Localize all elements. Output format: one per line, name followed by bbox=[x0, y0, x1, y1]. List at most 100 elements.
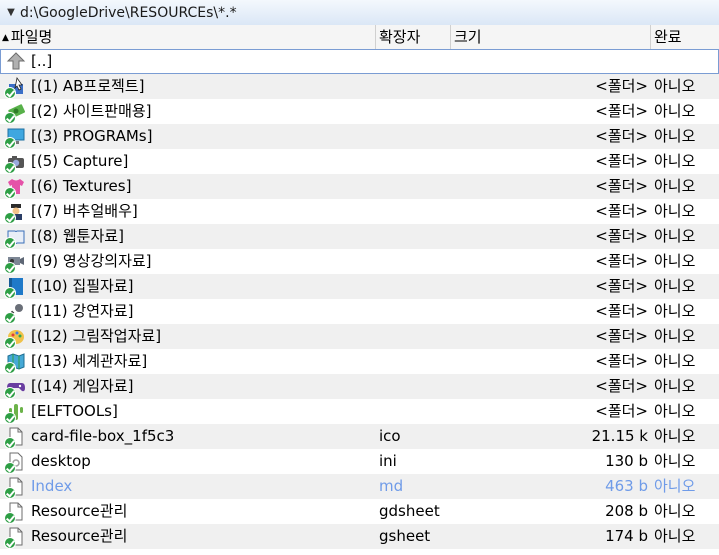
file-row[interactable]: [(3) PROGRAMs] <폴더> 아니오 bbox=[0, 124, 719, 149]
file-done: 아니오 bbox=[654, 327, 696, 345]
file-size: <폴더> bbox=[595, 177, 648, 195]
settings-file-icon bbox=[4, 449, 28, 474]
palette-icon bbox=[4, 324, 28, 349]
file-done: 아니오 bbox=[654, 202, 696, 220]
file-ext: md bbox=[379, 477, 404, 495]
file-ext: gdsheet bbox=[379, 502, 440, 520]
file-size: <폴더> bbox=[595, 152, 648, 170]
file-size: <폴더> bbox=[595, 102, 648, 120]
file-row[interactable]: [ELFTOOLs] <폴더> 아니오 bbox=[0, 399, 719, 424]
sync-check-icon bbox=[4, 387, 16, 399]
file-name: [(13) 세계관자료] bbox=[31, 352, 148, 370]
file-done: 아니오 bbox=[654, 177, 696, 195]
file-ext: gsheet bbox=[379, 527, 431, 545]
file-done: 아니오 bbox=[654, 302, 696, 320]
tshirt-icon bbox=[4, 174, 28, 199]
file-row[interactable]: [(1) AB프로젝트] <폴더> 아니오 bbox=[0, 74, 719, 99]
file-row[interactable]: desktop ini 130 b 아니오 bbox=[0, 449, 719, 474]
chevron-down-icon[interactable]: ▼ bbox=[2, 7, 20, 18]
column-header: ▲ 파일명 확장자 크기 완료 bbox=[0, 25, 719, 50]
camera-icon bbox=[4, 149, 28, 174]
column-header-name[interactable]: ▲ 파일명 bbox=[0, 25, 376, 49]
computer-icon bbox=[4, 124, 28, 149]
file-done: 아니오 bbox=[654, 377, 696, 395]
sync-check-icon bbox=[4, 412, 16, 424]
file-size: <폴더> bbox=[595, 127, 648, 145]
projector-icon bbox=[4, 249, 28, 274]
file-row[interactable]: [(10) 집필자료] <폴더> 아니오 bbox=[0, 274, 719, 299]
sync-check-icon bbox=[4, 187, 16, 199]
sync-check-icon bbox=[4, 287, 16, 299]
file-done: 아니오 bbox=[654, 352, 696, 370]
sort-ascending-icon: ▲ bbox=[2, 33, 9, 43]
file-size: <폴더> bbox=[595, 202, 648, 220]
column-header-size[interactable]: 크기 bbox=[451, 25, 651, 49]
file-row[interactable]: [(6) Textures] <폴더> 아니오 bbox=[0, 174, 719, 199]
file-name: [(2) 사이트판매용] bbox=[31, 102, 152, 120]
pilot-icon bbox=[4, 199, 28, 224]
file-name: Index bbox=[31, 477, 73, 495]
file-row[interactable]: [(8) 웹툰자료] <폴더> 아니오 bbox=[0, 224, 719, 249]
file-row[interactable]: [(5) Capture] <폴더> 아니오 bbox=[0, 149, 719, 174]
sync-check-icon bbox=[4, 337, 16, 349]
sync-check-icon bbox=[4, 262, 16, 274]
file-name: [(5) Capture] bbox=[31, 152, 129, 170]
file-size: 130 b bbox=[605, 452, 648, 470]
file-done: 아니오 bbox=[654, 402, 696, 420]
file-done: 아니오 bbox=[654, 152, 696, 170]
map-icon bbox=[4, 349, 28, 374]
file-done: 아니오 bbox=[654, 252, 696, 270]
sync-check-icon bbox=[4, 437, 16, 449]
file-done: 아니오 bbox=[654, 102, 696, 120]
path-text: d:\GoogleDrive\RESOURCEs\*.* bbox=[20, 4, 237, 21]
file-icon bbox=[4, 474, 28, 499]
file-done: 아니오 bbox=[654, 427, 696, 445]
file-name: [(3) PROGRAMs] bbox=[31, 127, 153, 145]
file-row[interactable]: Resource관리 gdsheet 208 b 아니오 bbox=[0, 499, 719, 524]
file-icon bbox=[4, 424, 28, 449]
column-header-done[interactable]: 완료 bbox=[651, 25, 719, 49]
money-icon bbox=[4, 99, 28, 124]
file-size: <폴더> bbox=[595, 377, 648, 395]
file-done: 아니오 bbox=[654, 452, 696, 470]
file-size: <폴더> bbox=[595, 327, 648, 345]
file-done: 아니오 bbox=[654, 502, 696, 520]
file-name: [(9) 영상강의자료] bbox=[31, 252, 152, 270]
column-header-name-label: 파일명 bbox=[10, 28, 53, 46]
sync-check-icon bbox=[4, 87, 16, 99]
file-size: 463 b bbox=[605, 477, 648, 495]
file-row[interactable]: [(2) 사이트판매용] <폴더> 아니오 bbox=[0, 99, 719, 124]
file-ext: ini bbox=[379, 452, 397, 470]
book-icon bbox=[4, 224, 28, 249]
file-row[interactable]: [(11) 강연자료] <폴더> 아니오 bbox=[0, 299, 719, 324]
file-row[interactable]: [(13) 세계관자료] <폴더> 아니오 bbox=[0, 349, 719, 374]
file-name: [(1) AB프로젝트] bbox=[31, 77, 145, 95]
file-name: [..] bbox=[31, 52, 53, 70]
notebook-icon bbox=[4, 274, 28, 299]
file-size: <폴더> bbox=[595, 227, 648, 245]
file-row[interactable]: [(7) 버추얼배우] <폴더> 아니오 bbox=[0, 199, 719, 224]
path-bar[interactable]: ▼ d:\GoogleDrive\RESOURCEs\*.* bbox=[0, 0, 719, 26]
sync-check-icon bbox=[4, 537, 16, 549]
file-row[interactable]: card-file-box_1f5c3 ico 21.15 k 아니오 bbox=[0, 424, 719, 449]
file-row[interactable]: [(9) 영상강의자료] <폴더> 아니오 bbox=[0, 249, 719, 274]
column-header-ext[interactable]: 확장자 bbox=[376, 25, 451, 49]
file-row[interactable]: [(14) 게임자료] <폴더> 아니오 bbox=[0, 374, 719, 399]
file-done: 아니오 bbox=[654, 127, 696, 145]
file-row[interactable]: Resource관리 gsheet 174 b 아니오 bbox=[0, 524, 719, 549]
file-row[interactable]: [(12) 그림작업자료] <폴더> 아니오 bbox=[0, 324, 719, 349]
file-done: 아니오 bbox=[654, 227, 696, 245]
file-row[interactable]: Index md 463 b 아니오 bbox=[0, 474, 719, 499]
file-size bbox=[560, 49, 648, 74]
sync-check-icon bbox=[4, 487, 16, 499]
parent-dir-row[interactable]: [..] bbox=[0, 49, 719, 74]
file-name: [(8) 웹툰자료] bbox=[31, 227, 124, 245]
sync-check-icon bbox=[4, 137, 16, 149]
file-size: <폴더> bbox=[595, 277, 648, 295]
file-list: [..] [(1) AB프로젝트] <폴더> 아니오 [(2) 사이트판매용] <폴더> 아… bbox=[0, 49, 719, 549]
file-name: [(11) 강연자료] bbox=[31, 302, 134, 320]
sync-check-icon bbox=[4, 362, 16, 374]
file-name: [(6) Textures] bbox=[31, 177, 132, 195]
cactus-icon bbox=[4, 399, 28, 424]
up-folder-icon bbox=[4, 49, 28, 74]
